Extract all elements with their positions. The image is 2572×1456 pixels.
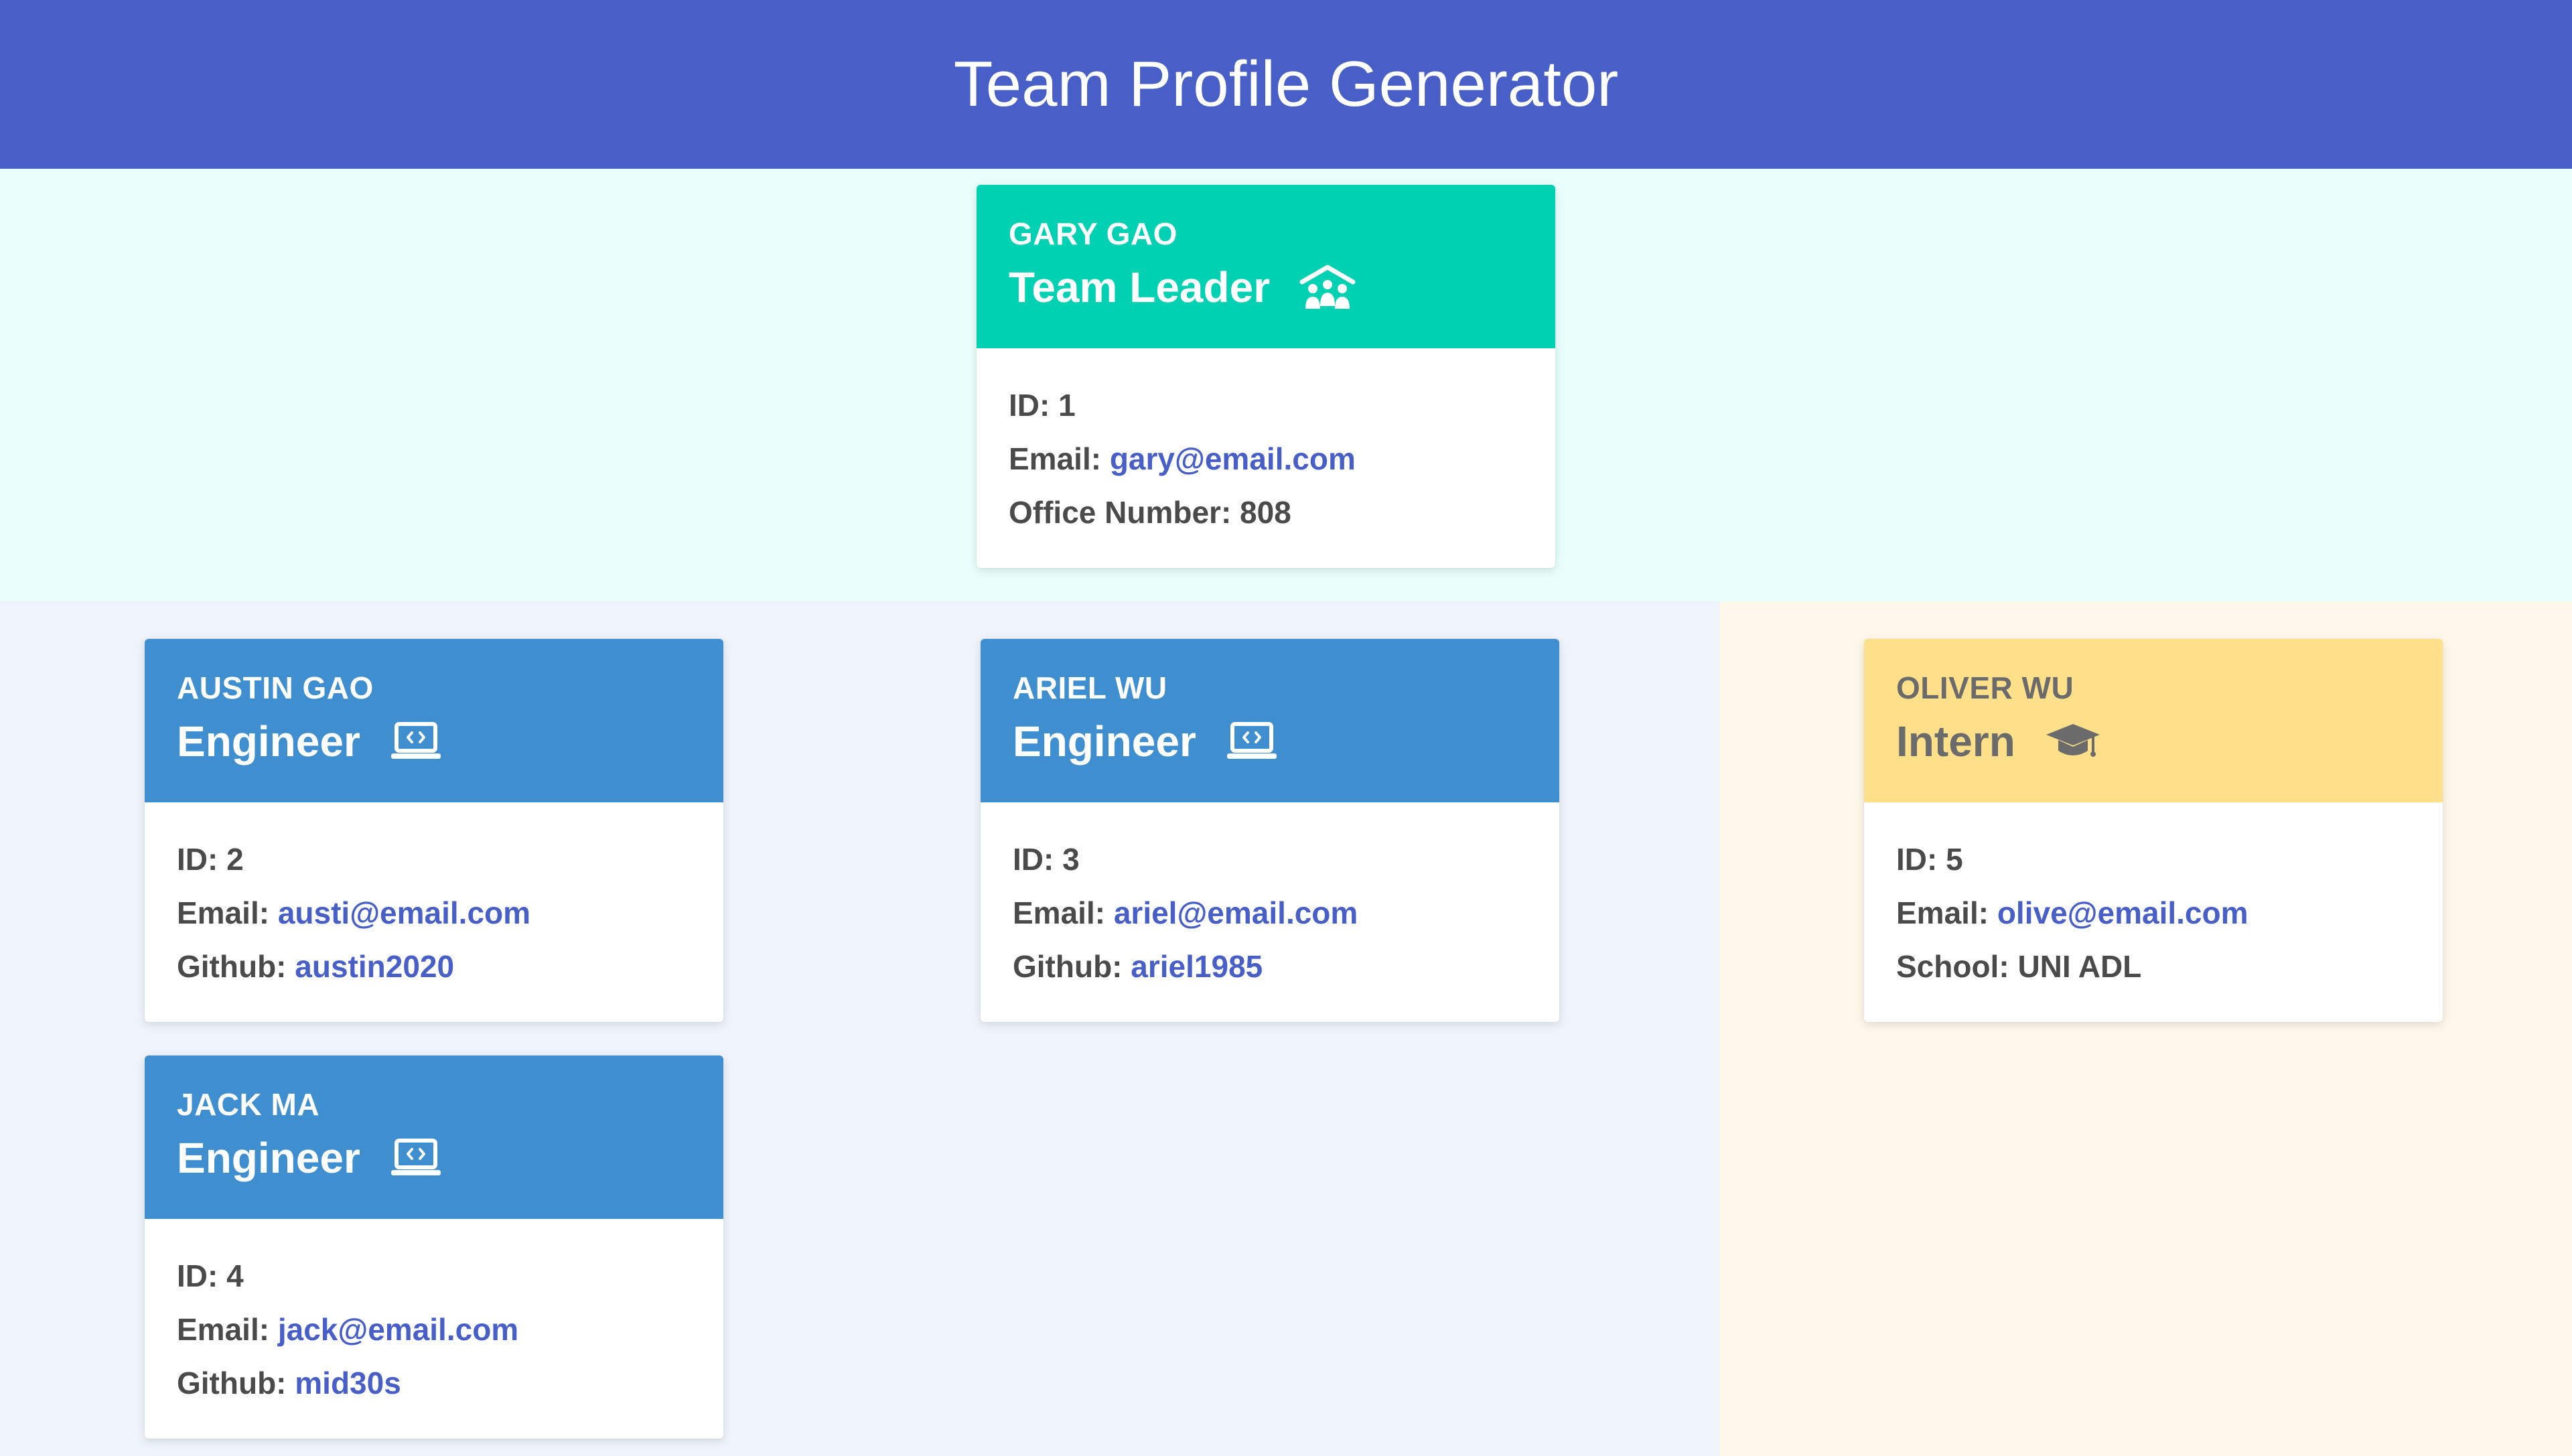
id-line: ID: 4: [177, 1259, 691, 1293]
card-body: ID: 2 Email: austi@email.com Github: aus…: [145, 802, 723, 1022]
github-line: Github: ariel1985: [1013, 950, 1527, 983]
card-header: ARIEL WU Engineer: [981, 639, 1559, 802]
email-link[interactable]: austi@email.com: [278, 895, 530, 930]
page-header: Team Profile Generator: [0, 0, 2572, 169]
card-body: ID: 3 Email: ariel@email.com Github: ari…: [981, 802, 1559, 1022]
card-header: AUSTIN GAO Engineer: [145, 639, 723, 802]
email-line: Email: olive@email.com: [1896, 896, 2411, 930]
office-value: 808: [1240, 495, 1291, 530]
id-value: 5: [1946, 842, 1963, 877]
id-label: ID:: [177, 842, 218, 877]
id-label: ID:: [1896, 842, 1938, 877]
email-link[interactable]: gary@email.com: [1110, 441, 1356, 476]
id-line: ID: 1: [1009, 388, 1523, 422]
email-line: Email: ariel@email.com: [1013, 896, 1527, 930]
employee-role: Engineer: [1013, 717, 1196, 766]
laptop-code-icon: [1226, 721, 1278, 761]
email-label: Email:: [1896, 895, 1989, 930]
id-value: 1: [1058, 388, 1076, 423]
school-line: School: UNI ADL: [1896, 950, 2411, 983]
manager-card: GARY GAO Team Leader ID: 1 Email: gary@e…: [977, 185, 1555, 568]
laptop-code-icon: [390, 721, 442, 761]
github-link[interactable]: ariel1985: [1131, 949, 1263, 984]
card-body: ID: 1 Email: gary@email.com Office Numbe…: [977, 348, 1555, 568]
id-line: ID: 5: [1896, 843, 2411, 876]
id-label: ID:: [177, 1258, 218, 1293]
id-line: ID: 2: [177, 843, 691, 876]
employee-name: ARIEL WU: [1013, 670, 1167, 705]
employee-name: JACK MA: [177, 1087, 320, 1122]
email-label: Email:: [1013, 895, 1106, 930]
github-label: Github:: [177, 949, 287, 984]
email-line: Email: austi@email.com: [177, 896, 691, 930]
email-line: Email: gary@email.com: [1009, 442, 1523, 476]
engineer-card: JACK MA Engineer ID: 4 Email: jack@email…: [145, 1055, 723, 1439]
employee-name: GARY GAO: [1009, 216, 1177, 251]
id-label: ID:: [1009, 388, 1050, 423]
id-line: ID: 3: [1013, 843, 1527, 876]
card-header: GARY GAO Team Leader: [977, 185, 1555, 348]
people-roof-icon: [1299, 265, 1356, 310]
id-label: ID:: [1013, 842, 1054, 877]
office-line: Office Number: 808: [1009, 496, 1523, 529]
id-value: 2: [226, 842, 244, 877]
engineer-card: ARIEL WU Engineer ID: 3 Email: ariel@ema…: [981, 639, 1559, 1022]
id-value: 4: [226, 1258, 244, 1293]
card-body: ID: 4 Email: jack@email.com Github: mid3…: [145, 1219, 723, 1439]
email-link[interactable]: ariel@email.com: [1114, 895, 1358, 930]
employee-role: Team Leader: [1009, 263, 1271, 311]
school-label: School:: [1896, 949, 2009, 984]
office-label: Office Number:: [1009, 495, 1232, 530]
engineer-card: AUSTIN GAO Engineer ID: 2 Email: austi@e…: [145, 639, 723, 1022]
employee-role: Engineer: [177, 1134, 360, 1182]
intern-card: OLIVER WU Intern ID: 5 Email: olive@emai…: [1864, 639, 2443, 1022]
employee-role: Engineer: [177, 717, 360, 766]
email-link[interactable]: olive@email.com: [1997, 895, 2248, 930]
email-label: Email:: [1009, 441, 1102, 476]
card-header: OLIVER WU Intern: [1864, 639, 2443, 802]
github-line: Github: mid30s: [177, 1366, 691, 1400]
github-label: Github:: [177, 1366, 287, 1400]
employee-role: Intern: [1896, 717, 2015, 766]
employee-name: OLIVER WU: [1896, 670, 2074, 705]
employee-name: AUSTIN GAO: [177, 670, 374, 705]
school-value: UNI ADL: [2017, 949, 2142, 984]
card-body: ID: 5 Email: olive@email.com School: UNI…: [1864, 802, 2443, 1022]
email-label: Email:: [177, 895, 270, 930]
github-label: Github:: [1013, 949, 1123, 984]
id-value: 3: [1062, 842, 1080, 877]
card-header: JACK MA Engineer: [145, 1055, 723, 1219]
email-line: Email: jack@email.com: [177, 1313, 691, 1346]
github-line: Github: austin2020: [177, 950, 691, 983]
page-title: Team Profile Generator: [953, 48, 1619, 120]
email-link[interactable]: jack@email.com: [278, 1312, 518, 1347]
email-label: Email:: [177, 1312, 270, 1347]
github-link[interactable]: mid30s: [295, 1366, 401, 1400]
graduation-cap-icon: [2045, 720, 2101, 763]
laptop-code-icon: [390, 1138, 442, 1178]
github-link[interactable]: austin2020: [295, 949, 454, 984]
